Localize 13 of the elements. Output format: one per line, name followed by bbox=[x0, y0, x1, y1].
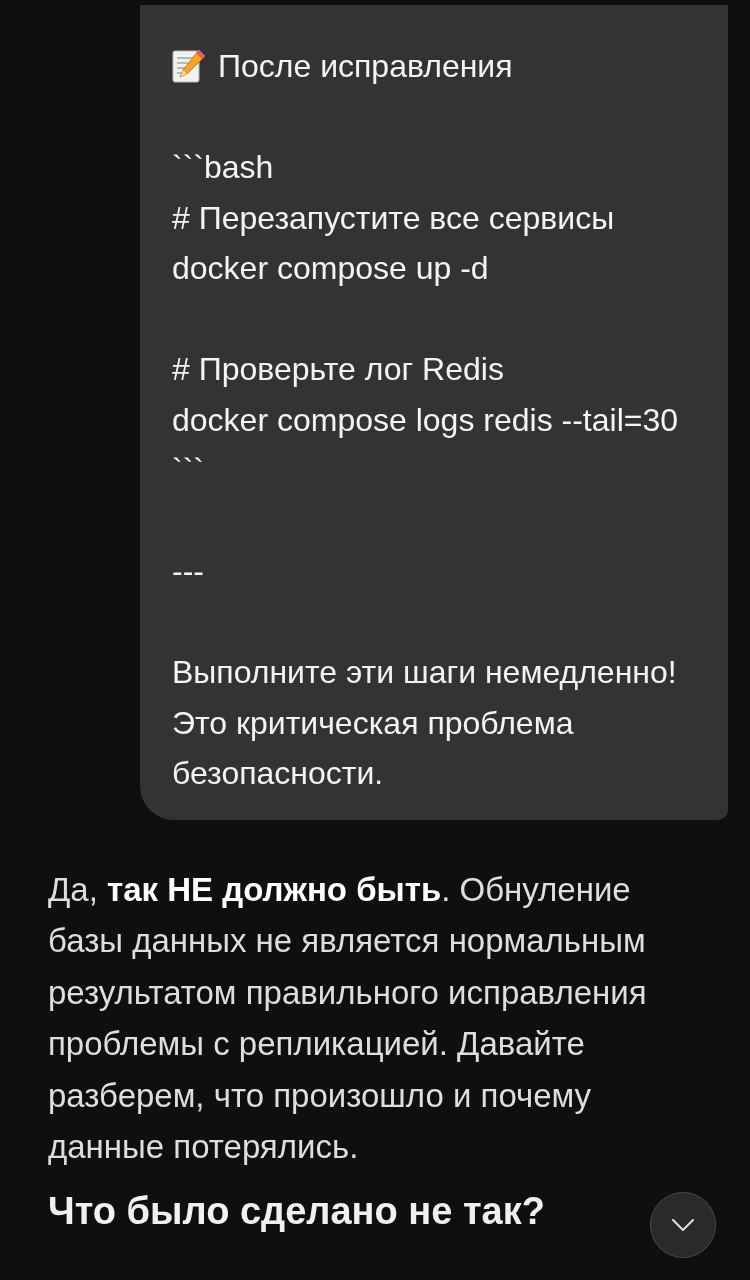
message-text: docker compose up -d bbox=[172, 249, 490, 288]
message-text: ``` bbox=[172, 451, 205, 490]
message-text: # Проверьте лог Redis bbox=[172, 350, 505, 389]
message-heading: После исправления bbox=[218, 47, 513, 86]
message-text: ```bash bbox=[172, 148, 275, 187]
reply-paragraph: Да, так НЕ должно быть. Обнуление базы данных не является нормальным результатом правильного исправления проблемы с репликацией. Давайте разберем, что произошло и почему данные потерялись. bbox=[48, 869, 648, 1167]
message-text: docker compose logs redis --tail=30 bbox=[172, 400, 679, 440]
message-text: Выполните эти шаги немедленно! Это критическая проблема безопасности. bbox=[172, 653, 678, 793]
message-text: # Перезапустите все сервисы bbox=[172, 198, 616, 238]
message-text: --- bbox=[172, 552, 205, 591]
section-heading: Что было сделано не так? bbox=[48, 1188, 545, 1234]
memo-icon bbox=[172, 48, 206, 85]
chevron-down-icon bbox=[672, 1219, 694, 1231]
